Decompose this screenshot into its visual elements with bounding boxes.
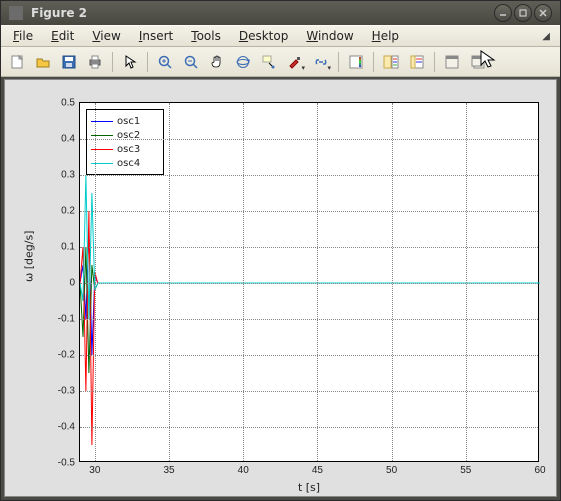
legend-item[interactable]: osc3 <box>91 142 157 156</box>
save-figure-button[interactable] <box>57 50 81 74</box>
window-title: Figure 2 <box>31 6 87 20</box>
menu-tools[interactable]: Tools <box>183 27 229 45</box>
ytick-label: 0.4 <box>61 134 75 145</box>
xtick-label: 60 <box>534 465 545 476</box>
ytick-label: -0.4 <box>58 422 75 433</box>
gridline <box>392 103 393 461</box>
hide-plot-tools-button[interactable] <box>405 50 429 74</box>
gridline <box>317 103 318 461</box>
data-cursor-button[interactable] <box>257 50 281 74</box>
legend-item[interactable]: osc4 <box>91 156 157 170</box>
ytick-label: 0.1 <box>61 242 75 253</box>
colorbar-icon <box>348 54 364 70</box>
x-axis-label: t [s] <box>80 481 538 494</box>
menu-edit[interactable]: Edit <box>43 27 82 45</box>
ytick-label: -0.5 <box>58 458 75 469</box>
xtick-label: 40 <box>238 465 249 476</box>
title-bar: Figure 2 <box>1 1 560 25</box>
figure-window: Figure 2 File Edit View Insert Tools Des… <box>0 0 561 501</box>
gridline <box>243 103 244 461</box>
figure-canvas: ω [deg/s] osc1osc2osc3osc4 t [s] 3035404… <box>4 79 557 497</box>
maximize-icon <box>518 8 528 18</box>
showtools-icon <box>409 54 425 70</box>
rotate-3d-button[interactable] <box>231 50 255 74</box>
gridline <box>80 247 538 248</box>
zoomout-icon <box>183 54 199 70</box>
zoom-out-button[interactable] <box>179 50 203 74</box>
minimize-icon <box>498 8 508 18</box>
minimize-button[interactable] <box>494 4 512 22</box>
gridline <box>80 211 538 212</box>
ytick-label: -0.1 <box>58 314 75 325</box>
y-axis-label: ω [deg/s] <box>23 231 36 282</box>
undock-icon <box>470 54 486 70</box>
ytick-label: -0.2 <box>58 350 75 361</box>
menu-desktop[interactable]: Desktop <box>231 27 297 45</box>
ytick-label: 0 <box>69 278 75 289</box>
gridline <box>80 355 538 356</box>
xtick-label: 30 <box>89 465 100 476</box>
print-icon <box>87 54 103 70</box>
zoomin-icon <box>157 54 173 70</box>
ytick-label: 0.2 <box>61 206 75 217</box>
axes-box[interactable]: osc1osc2osc3osc4 t [s] 30354045505560-0.… <box>79 102 539 462</box>
new-figure-button[interactable] <box>5 50 29 74</box>
link-plot-button[interactable]: ▾ <box>309 50 333 74</box>
menu-window[interactable]: Window <box>298 27 361 45</box>
print-figure-button[interactable] <box>83 50 107 74</box>
legend-label: osc4 <box>117 158 140 169</box>
new-icon <box>9 54 25 70</box>
dock-figure-button[interactable] <box>440 50 464 74</box>
ytick-label: 0.3 <box>61 170 75 181</box>
gridline <box>80 175 538 176</box>
close-icon <box>538 8 548 18</box>
xtick-label: 45 <box>312 465 323 476</box>
zoom-in-button[interactable] <box>153 50 177 74</box>
save-icon <box>61 54 77 70</box>
menu-insert[interactable]: Insert <box>131 27 181 45</box>
brush-button[interactable]: ▾ <box>283 50 307 74</box>
legend-label: osc3 <box>117 144 140 155</box>
gridline <box>169 103 170 461</box>
menu-overflow[interactable]: ◢ <box>536 31 556 42</box>
menu-file[interactable]: File <box>5 27 41 45</box>
menu-view[interactable]: View <box>84 27 128 45</box>
arrow-icon <box>122 54 138 70</box>
datacursor-icon <box>261 54 277 70</box>
maximize-button[interactable] <box>514 4 532 22</box>
legend[interactable]: osc1osc2osc3osc4 <box>86 109 164 175</box>
legend-label: osc1 <box>117 116 140 127</box>
legend-icon <box>383 54 399 70</box>
menu-bar: File Edit View Insert Tools Desktop Wind… <box>1 25 560 47</box>
open-file-button[interactable] <box>31 50 55 74</box>
rotate-icon <box>235 54 251 70</box>
xtick-label: 50 <box>386 465 397 476</box>
ytick-label: -0.3 <box>58 386 75 397</box>
gridline <box>80 427 538 428</box>
open-icon <box>35 54 51 70</box>
undock-figure-button[interactable] <box>466 50 490 74</box>
pan-button[interactable] <box>205 50 229 74</box>
ytick-label: 0.5 <box>61 98 75 109</box>
gridline <box>80 283 538 284</box>
toolbar: ▾▾ <box>1 47 560 77</box>
insert-legend-button[interactable] <box>379 50 403 74</box>
legend-item[interactable]: osc1 <box>91 114 157 128</box>
dock-icon <box>444 54 460 70</box>
gridline <box>466 103 467 461</box>
close-button[interactable] <box>534 4 552 22</box>
xtick-label: 35 <box>163 465 174 476</box>
gridline <box>80 391 538 392</box>
insert-colorbar-button[interactable] <box>344 50 368 74</box>
hand-icon <box>209 54 225 70</box>
xtick-label: 55 <box>460 465 471 476</box>
figure-glyph-icon <box>9 6 23 20</box>
plot-area: ω [deg/s] osc1osc2osc3osc4 t [s] 3035404… <box>7 82 554 494</box>
edit-plot-button[interactable] <box>118 50 142 74</box>
gridline <box>80 139 538 140</box>
menu-help[interactable]: Help <box>364 27 407 45</box>
gridline <box>95 103 96 461</box>
gridline <box>80 319 538 320</box>
